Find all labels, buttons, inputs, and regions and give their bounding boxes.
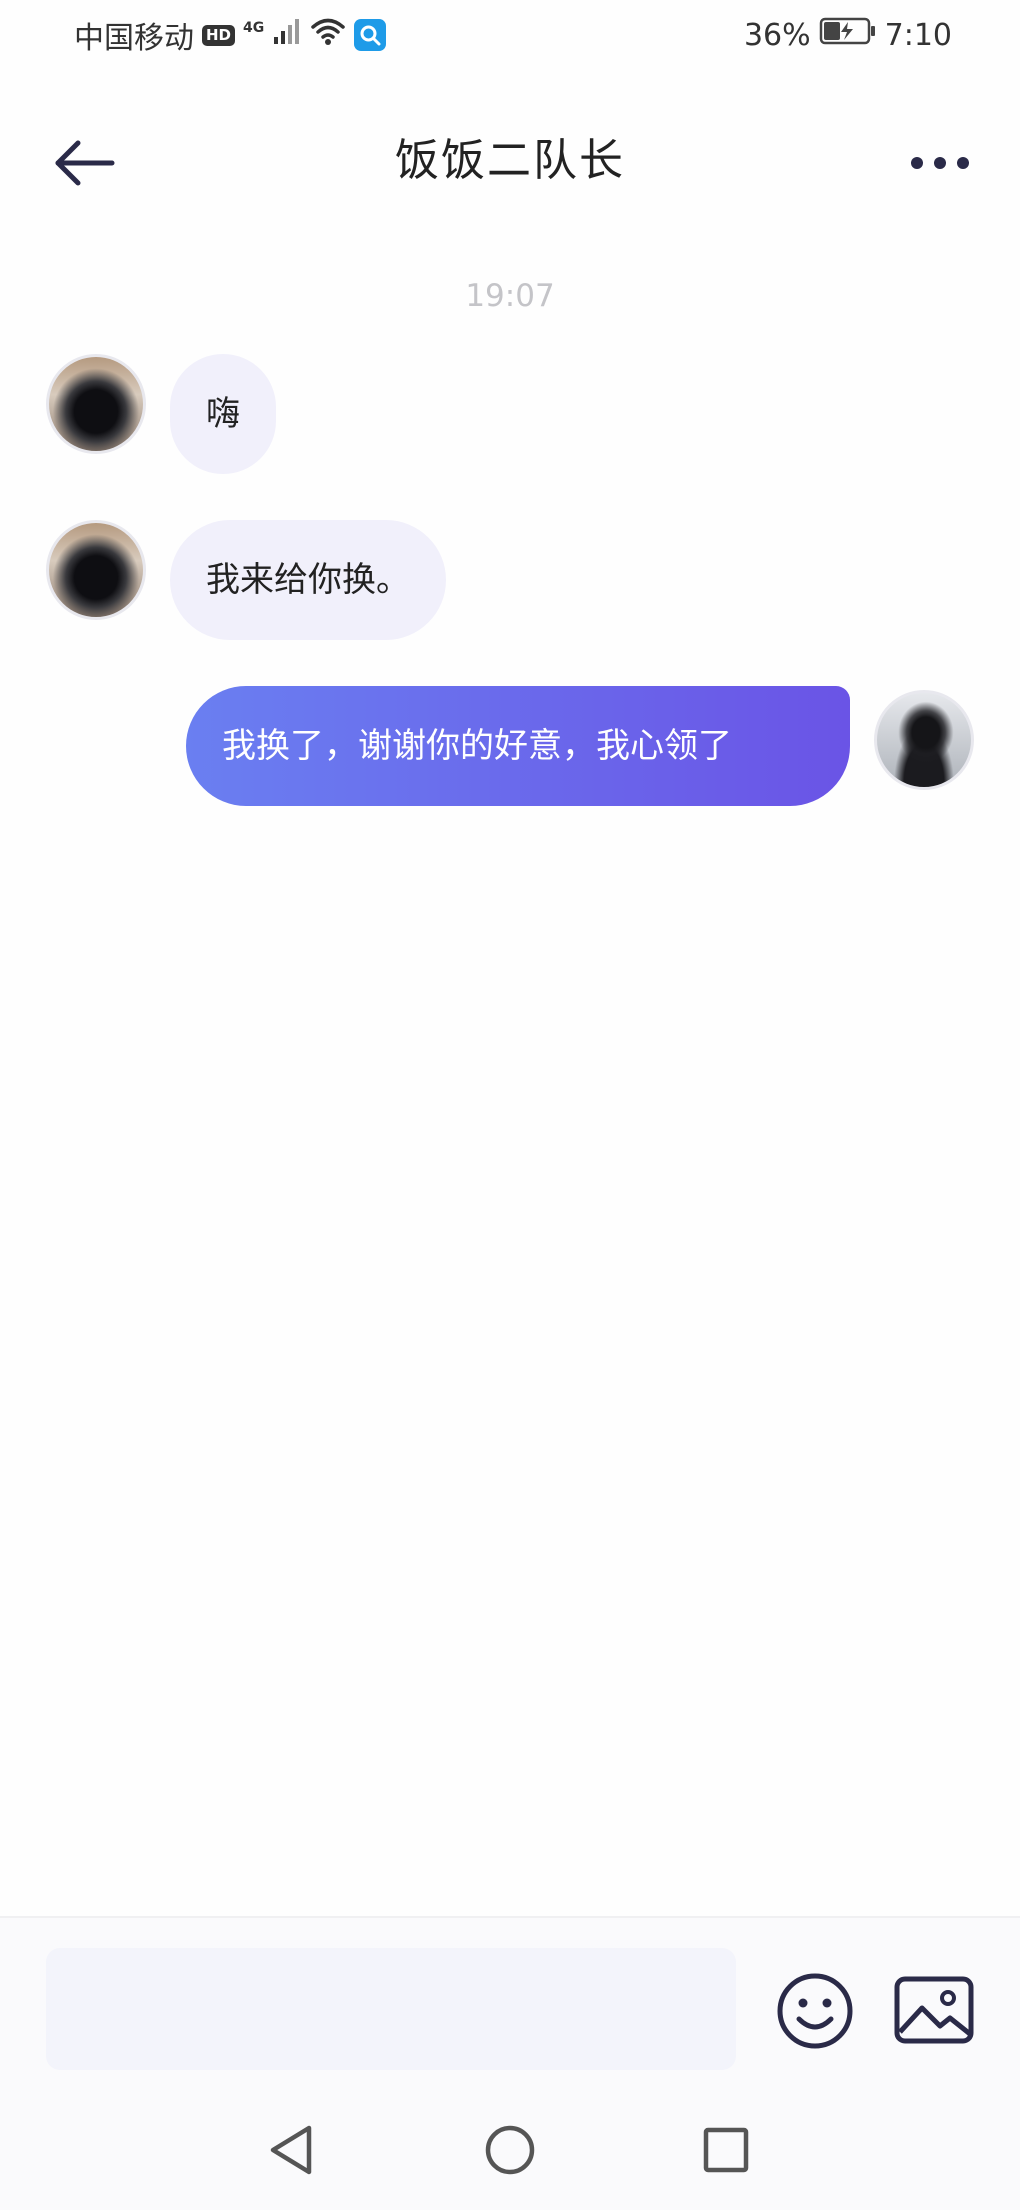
image-picker-button[interactable] xyxy=(892,1974,976,2046)
system-home-button[interactable] xyxy=(480,2120,540,2180)
peer-avatar[interactable] xyxy=(46,520,146,620)
recents-square-icon xyxy=(703,2127,749,2173)
emoji-icon xyxy=(777,1973,853,2049)
page-title: 饭饭二队长 xyxy=(395,135,625,186)
composer-bar xyxy=(0,1916,1020,2210)
status-bar: 中国移动 HD 4G 36% 7:10 xyxy=(0,0,1020,70)
message-input[interactable] xyxy=(46,1948,736,2070)
search-app-icon xyxy=(354,19,387,51)
emoji-button[interactable] xyxy=(774,1970,856,2052)
image-icon xyxy=(894,1976,974,2044)
system-navigation-bar xyxy=(0,2112,1020,2202)
battery-charging-icon xyxy=(819,16,877,54)
clock-time: 7:10 xyxy=(884,17,952,53)
signal-icon xyxy=(272,16,302,54)
wifi-icon xyxy=(310,16,346,54)
system-back-button[interactable] xyxy=(262,2120,322,2180)
incoming-message-bubble[interactable]: 我来给你换。 xyxy=(170,520,446,640)
more-dots-icon xyxy=(911,157,969,169)
carrier-name: 中国移动 xyxy=(74,21,194,56)
more-options-button[interactable] xyxy=(900,138,980,188)
home-circle-icon xyxy=(485,2125,535,2175)
incoming-message-bubble[interactable]: 嗨 xyxy=(170,354,276,474)
peer-avatar[interactable] xyxy=(46,354,146,454)
hd-badge: HD xyxy=(202,24,236,46)
status-right: 36% 7:10 xyxy=(744,16,952,54)
system-recents-button[interactable] xyxy=(696,2120,756,2180)
status-left: 中国移动 HD 4G xyxy=(74,13,387,57)
self-avatar[interactable] xyxy=(874,690,974,790)
back-triangle-icon xyxy=(270,2125,312,2175)
battery-percent: 36% xyxy=(743,17,811,53)
outgoing-message-bubble[interactable]: 我换了，谢谢你的好意，我心领了 xyxy=(186,686,850,806)
network-type-label: 4G xyxy=(243,20,265,36)
message-timestamp: 19:07 xyxy=(465,278,555,314)
chat-header: 饭饭二队长 xyxy=(0,100,1020,220)
